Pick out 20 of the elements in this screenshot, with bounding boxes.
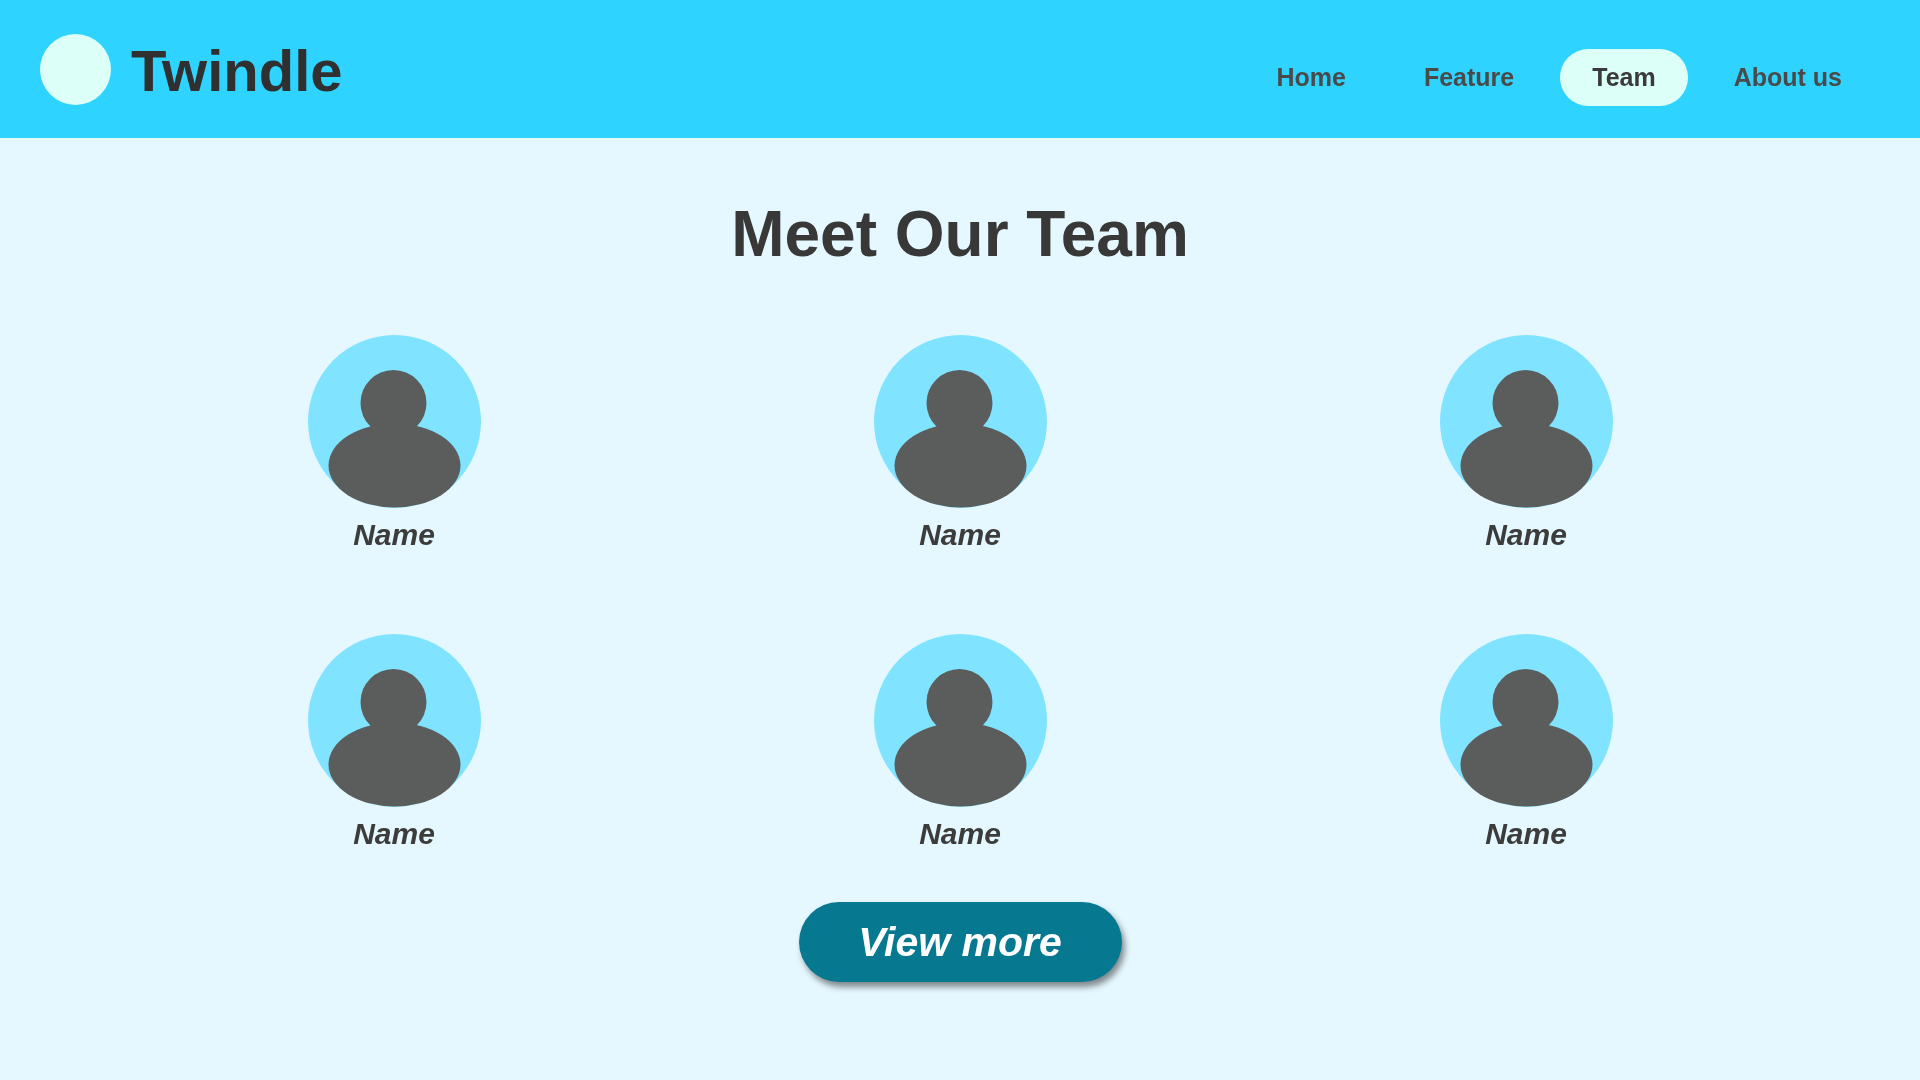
member-name: Name [353, 517, 435, 553]
member-name: Name [1485, 517, 1567, 553]
nav-link[interactable]: Team [1560, 49, 1688, 106]
view-more-button[interactable]: View more [798, 902, 1122, 982]
member-name: Name [919, 816, 1001, 852]
person-avatar-icon [1439, 335, 1613, 508]
logo-icon [40, 33, 111, 105]
nav-link[interactable]: About us [1701, 49, 1874, 106]
person-avatar-icon [873, 634, 1047, 807]
person-avatar-icon [1439, 634, 1613, 807]
nav-link[interactable]: Feature [1391, 49, 1547, 106]
nav-link[interactable]: Home [1244, 49, 1378, 106]
section-title: Meet Our Team [731, 197, 1189, 272]
member-name: Name [353, 816, 435, 852]
member-name: Name [919, 517, 1001, 553]
member-name: Name [1485, 816, 1567, 852]
brand-name: Twindle [131, 42, 343, 100]
person-avatar-icon [307, 335, 481, 508]
person-avatar-icon [307, 634, 481, 807]
person-avatar-icon [873, 335, 1047, 508]
